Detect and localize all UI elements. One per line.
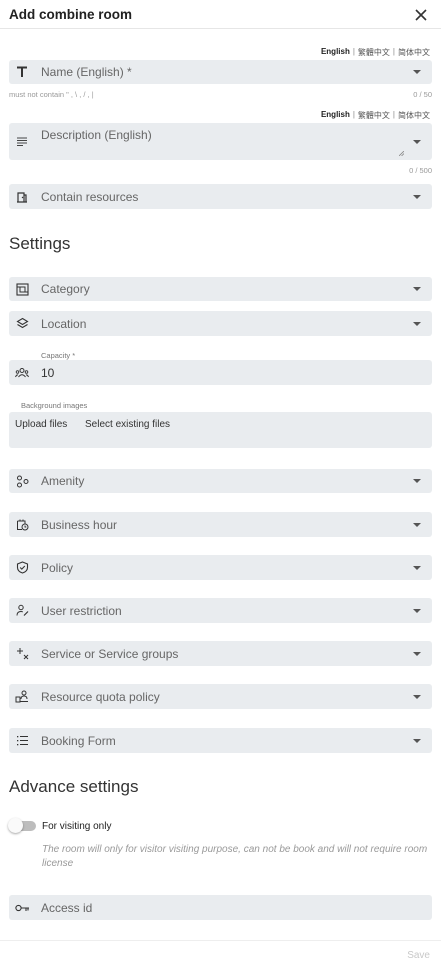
close-icon[interactable] xyxy=(413,7,429,23)
people-icon xyxy=(14,365,30,381)
lang-tab-traditional-chinese[interactable]: 繁體中文 xyxy=(358,47,390,58)
advance-settings-heading: Advance settings xyxy=(9,777,139,796)
resource-quota-label: Resource quota policy xyxy=(41,689,160,704)
booking-form-select[interactable]: Booking Form xyxy=(9,728,432,753)
save-button[interactable]: Save xyxy=(407,950,430,961)
shield-check-icon xyxy=(14,560,30,576)
chevron-down-icon xyxy=(413,70,421,74)
user-restriction-select[interactable]: User restriction xyxy=(9,598,432,623)
booking-form-label: Booking Form xyxy=(41,733,116,748)
description-counter: 0 / 500 xyxy=(409,166,432,175)
description-field-label: Description (English) xyxy=(41,128,152,142)
visiting-only-toggle[interactable] xyxy=(8,818,36,833)
name-field[interactable]: Name (English) * xyxy=(9,60,432,84)
toggle-knob[interactable] xyxy=(8,818,23,833)
resource-quota-select[interactable]: Resource quota policy xyxy=(9,684,432,709)
chevron-down-icon xyxy=(413,608,421,613)
settings-heading: Settings xyxy=(9,234,71,253)
chevron-down-icon xyxy=(413,651,421,656)
contain-resources-select[interactable]: Contain resources xyxy=(9,184,432,209)
service-label: Service or Service groups xyxy=(41,646,179,661)
capacity-value: 10 xyxy=(41,365,55,380)
lang-tab-english[interactable]: English xyxy=(321,110,350,121)
name-hint: must not contain " , \ , / , | xyxy=(9,90,94,99)
chevron-down-icon xyxy=(413,287,421,291)
text-format-icon xyxy=(14,64,30,80)
contain-resources-label: Contain resources xyxy=(41,189,139,204)
dialog-title: Add combine room xyxy=(9,7,133,22)
door-icon xyxy=(14,189,30,205)
key-icon xyxy=(14,900,30,916)
category-icon xyxy=(14,281,30,297)
amenity-select[interactable]: Amenity xyxy=(9,469,432,493)
chevron-down-icon xyxy=(413,522,421,527)
resize-handle-icon[interactable] xyxy=(399,151,404,156)
capacity-label: Capacity * xyxy=(41,351,76,360)
user-edit-icon xyxy=(14,603,30,619)
list-icon xyxy=(14,733,30,749)
chevron-down-icon xyxy=(413,694,421,699)
notes-icon xyxy=(14,133,30,149)
chevron-down-icon xyxy=(413,139,421,144)
select-existing-files-button[interactable]: Select existing files xyxy=(85,419,170,430)
chevron-down-icon xyxy=(413,565,421,570)
location-select[interactable]: Location xyxy=(9,311,432,336)
background-images-label: Background images xyxy=(21,401,88,410)
description-field[interactable]: Description (English) xyxy=(9,123,432,160)
chevron-down-icon xyxy=(413,738,421,743)
visiting-only-description: The room will only for visitor visiting … xyxy=(42,844,428,869)
capacity-input[interactable]: 10 xyxy=(9,360,432,385)
layers-icon xyxy=(14,316,30,332)
chevron-down-icon xyxy=(413,321,421,326)
category-label: Category xyxy=(41,282,90,296)
dialog-footer: Save xyxy=(0,940,441,968)
background-images-box: Upload files Select existing files xyxy=(9,412,432,448)
upload-files-button[interactable]: Upload files xyxy=(15,419,67,430)
sparkle-icon xyxy=(14,646,30,662)
lang-tab-traditional-chinese[interactable]: 繁體中文 xyxy=(358,110,390,121)
service-select[interactable]: Service or Service groups xyxy=(9,641,432,666)
language-tabs: English | 繁體中文 | 简体中文 xyxy=(320,47,430,58)
quota-icon xyxy=(14,689,30,705)
name-field-label: Name (English) * xyxy=(41,65,132,79)
dialog-header: Add combine room xyxy=(0,0,441,29)
name-counter: 0 / 50 xyxy=(413,90,432,99)
chevron-down-icon xyxy=(413,194,421,199)
language-tabs: English | 繁體中文 | 简体中文 xyxy=(320,110,430,121)
policy-select[interactable]: Policy xyxy=(9,555,432,580)
business-hour-select[interactable]: Business hour xyxy=(9,512,432,537)
business-hour-label: Business hour xyxy=(41,517,118,532)
chevron-down-icon xyxy=(413,479,421,483)
lang-tab-simplified-chinese[interactable]: 简体中文 xyxy=(398,110,430,121)
amenity-label: Amenity xyxy=(41,474,85,488)
category-select[interactable]: Category xyxy=(9,277,432,301)
lang-tab-english[interactable]: English xyxy=(321,47,350,58)
user-restriction-label: User restriction xyxy=(41,603,122,618)
lang-tab-simplified-chinese[interactable]: 简体中文 xyxy=(398,47,430,58)
location-label: Location xyxy=(41,316,87,331)
policy-label: Policy xyxy=(41,560,74,575)
calendar-clock-icon xyxy=(14,517,30,533)
access-id-label: Access id xyxy=(41,900,93,915)
amenity-icon xyxy=(14,473,30,489)
visiting-only-label: For visiting only xyxy=(42,821,112,832)
access-id-input[interactable]: Access id xyxy=(9,895,432,920)
